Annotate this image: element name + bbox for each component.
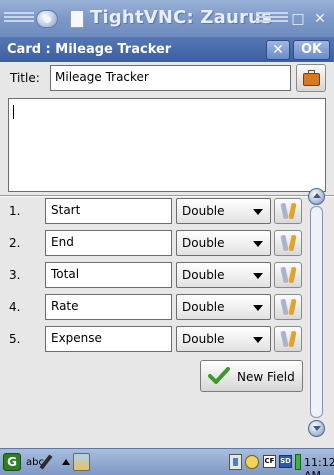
app-icon[interactable] [73, 453, 90, 471]
maximize-button[interactable]: □ [290, 11, 306, 27]
speaker-icon[interactable] [245, 455, 259, 469]
cf-card-icon[interactable]: CF [263, 455, 276, 468]
dropdown-arrow-icon [253, 209, 263, 215]
field-type-value: Double [182, 204, 225, 218]
arrow-up-icon[interactable] [62, 459, 70, 465]
title-label: Title: [10, 71, 40, 85]
window-title: TightVNC: Zaurus [90, 7, 273, 28]
ok-button[interactable]: OK [293, 40, 330, 60]
title-input[interactable]: Mileage Tracker [50, 65, 291, 91]
field-config-button[interactable] [274, 262, 302, 288]
dropdown-arrow-icon [253, 241, 263, 247]
scroll-down-button[interactable] [308, 420, 325, 437]
field-type-select[interactable]: Double [176, 198, 271, 224]
field-name-input[interactable]: Start [45, 198, 172, 224]
scrollbar-track[interactable] [310, 206, 323, 418]
field-type-select[interactable]: Double [176, 262, 271, 288]
cancel-button[interactable]: ✕ [266, 40, 290, 60]
new-field-label: New Field [237, 370, 295, 384]
field-name-input[interactable]: Rate [45, 294, 172, 320]
sd-card-icon[interactable]: SD [279, 455, 292, 468]
dialog-body: Title: Mileage Tracker 1. Start Double 2… [0, 62, 334, 448]
field-number: 5. [9, 332, 21, 346]
separator [0, 195, 334, 197]
field-type-value: Double [182, 300, 225, 314]
clock[interactable]: 11:12 AM [304, 456, 334, 475]
dialog-title: Card : Mileage Tracker [7, 42, 172, 57]
field-type-select[interactable]: Double [176, 326, 271, 352]
field-name-input[interactable]: Expense [45, 326, 172, 352]
dropdown-arrow-icon [253, 273, 263, 279]
field-type-value: Double [182, 268, 225, 282]
taskbar: G abc CF SD 11:12 AM [0, 448, 334, 475]
field-type-value: Double [182, 332, 225, 346]
window-menu-button[interactable] [36, 10, 58, 28]
field-config-button[interactable] [274, 294, 302, 320]
field-config-button[interactable] [274, 326, 302, 352]
field-name-input[interactable]: Total [45, 262, 172, 288]
field-number: 4. [9, 300, 21, 314]
network-icon[interactable] [229, 454, 242, 470]
scroll-up-button[interactable] [308, 188, 325, 205]
field-type-select[interactable]: Double [176, 294, 271, 320]
field-number: 2. [9, 236, 21, 250]
close-window-button[interactable]: ✕ [312, 11, 328, 27]
field-number: 1. [9, 204, 21, 218]
dropdown-arrow-icon [253, 337, 263, 343]
field-number: 3. [9, 268, 21, 282]
minimize-button[interactable]: – [258, 11, 274, 27]
launcher-icon[interactable]: G [3, 453, 21, 471]
checkmark-icon [208, 367, 230, 384]
field-type-value: Double [182, 236, 225, 250]
battery-icon[interactable] [295, 454, 301, 470]
arrow-down-icon [313, 426, 321, 431]
title-bar-grip [4, 12, 34, 26]
notes-textarea[interactable] [8, 98, 326, 192]
vnc-title-bar: TightVNC: Zaurus – □ ✕ [0, 0, 334, 38]
field-config-button[interactable] [274, 230, 302, 256]
dropdown-arrow-icon [253, 305, 263, 311]
arrow-up-icon [313, 193, 321, 198]
new-field-button[interactable]: New Field [200, 360, 303, 392]
document-icon [70, 10, 84, 28]
briefcase-button[interactable] [296, 64, 326, 92]
field-config-button[interactable] [274, 198, 302, 224]
field-type-select[interactable]: Double [176, 230, 271, 256]
field-name-input[interactable]: End [45, 230, 172, 256]
text-caret [13, 105, 14, 119]
dialog-header: Card : Mileage Tracker ✕ OK [0, 38, 334, 62]
